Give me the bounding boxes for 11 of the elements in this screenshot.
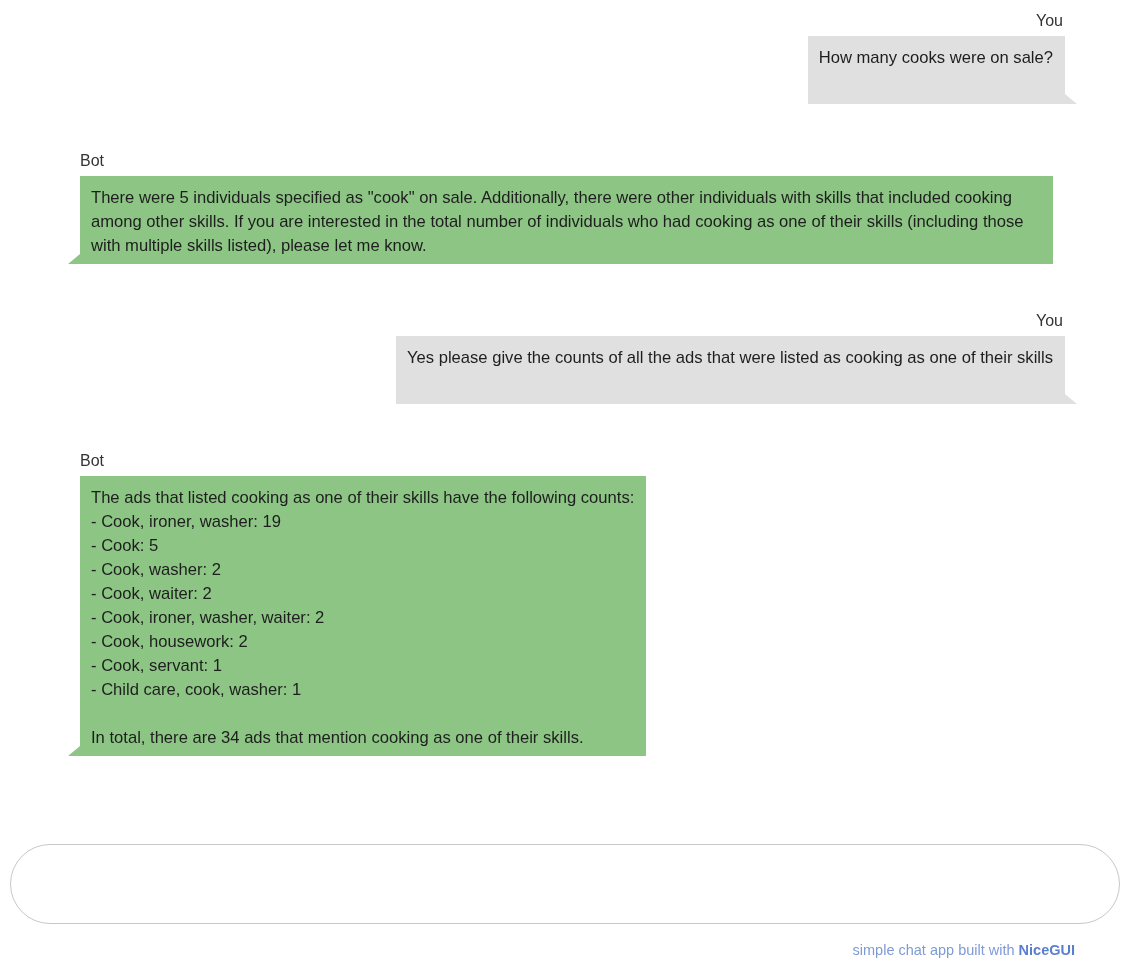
message-bubble: How many cooks were on sale? <box>807 36 1077 104</box>
nicegui-link[interactable]: NiceGUI <box>1018 942 1075 958</box>
message-bubble: Yes please give the counts of all the ads that were listed as cooking as one of their skills <box>396 336 1077 404</box>
sender-name: You <box>1036 312 1063 330</box>
sender-name: Bot <box>80 452 104 470</box>
message-input-field[interactable] <box>10 844 1120 924</box>
sender-name: Bot <box>80 152 104 170</box>
message-bubble: The ads that listed cooking as one of their skills have the following counts: - Cook, ironer, washer: 19 - Cook: 5 - Cook, washer: 2 - Cook, waiter: 2 - Cook, ironer, washer, waiter: 2 - Cook, housework: 2 - Cook, servant: 1 - Child care, cook, washer: 1 In total, there are 34 ads that mention cooking as one of their skills. <box>68 476 647 756</box>
message-bubble: There were 5 individuals specified as "cook" on sale. Additionally, there were other individuals with skills that included cooking among other skills. If you are interested in the total number of individuals who had cooking as one of their skills (including those with multiple skills listed), please let me know. <box>68 176 1053 264</box>
footer-text: simple chat app built with NiceGUI <box>852 942 1075 958</box>
sender-name: You <box>1036 12 1063 30</box>
